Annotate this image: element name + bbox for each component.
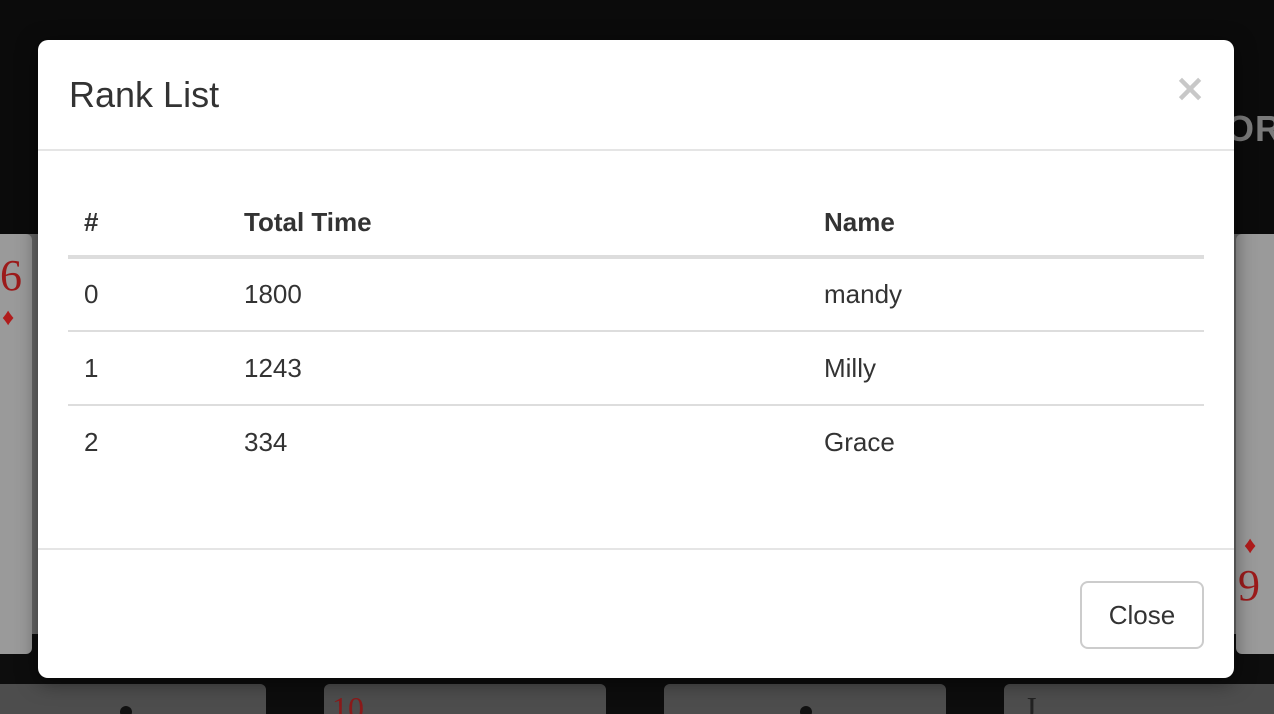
playing-card-right[interactable]: ♦ 9 <box>1236 234 1274 654</box>
modal-footer: Close <box>38 548 1234 678</box>
table-row: 1 1243 Milly <box>68 331 1204 406</box>
card-rank: J <box>1024 690 1037 714</box>
playing-card-bottom-1[interactable] <box>0 684 266 714</box>
column-header-rank: # <box>68 189 228 259</box>
playing-card-bottom-3[interactable] <box>664 684 946 714</box>
modal-title: Rank List <box>69 74 220 115</box>
column-header-total-time: Total Time <box>228 189 808 259</box>
name-cell: Grace <box>824 427 895 457</box>
total-time-cell: 1800 <box>228 257 808 332</box>
spade-icon <box>800 706 812 714</box>
rank-table: # Total Time Name 0 1800 mandy 1 1243 Mi… <box>68 189 1204 479</box>
diamond-icon: ♦ <box>2 304 15 331</box>
column-header-name: Name <box>808 189 1204 259</box>
rank-cell: 2 <box>84 427 99 457</box>
playing-card-left[interactable]: 6 ♦ <box>0 234 32 654</box>
card-rank: 10 <box>332 690 364 714</box>
total-time-cell: 334 <box>244 427 288 457</box>
table-header-row: # Total Time Name <box>68 189 1204 259</box>
table-row: 0 1800 mandy <box>68 257 1204 332</box>
name-cell: Milly <box>808 331 1204 406</box>
rank-list-modal: Rank List × # Total Time Name 0 1800 man… <box>38 40 1234 678</box>
table-row: 2 334 Grace <box>68 405 1204 479</box>
card-rank: 9 <box>1238 561 1260 610</box>
club-icon <box>120 706 132 714</box>
rank-cell: 0 <box>68 257 228 332</box>
card-rank: 6 <box>0 251 22 300</box>
playing-card-bottom-4[interactable]: J <box>1004 684 1274 714</box>
name-cell: mandy <box>808 257 1204 332</box>
modal-body: # Total Time Name 0 1800 mandy 1 1243 Mi… <box>38 151 1234 548</box>
close-button[interactable]: Close <box>1080 581 1204 649</box>
modal-header: Rank List × <box>38 40 1234 151</box>
diamond-icon: ♦ <box>1244 532 1257 559</box>
playing-card-bottom-2[interactable]: 10 <box>324 684 606 714</box>
total-time-cell: 1243 <box>228 331 808 406</box>
close-icon[interactable]: × <box>1172 66 1208 110</box>
rank-cell: 1 <box>68 331 228 406</box>
